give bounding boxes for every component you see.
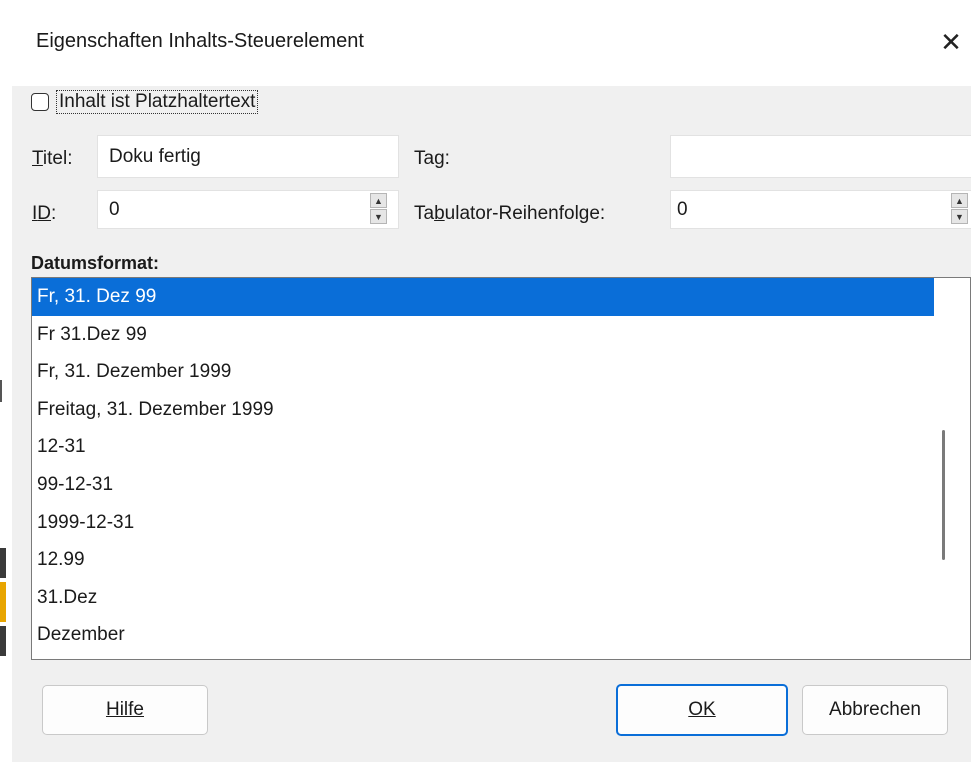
list-item[interactable]: Fr, 31. Dez 99 [32, 278, 934, 316]
list-item[interactable]: 99-12-31 [32, 466, 934, 504]
tab-order-spinbox[interactable]: 0 ▲ ▼ [670, 190, 971, 229]
title-label: Titel: [32, 148, 73, 169]
ok-button[interactable]: OK [616, 684, 788, 736]
background-mark [0, 582, 6, 622]
tag-label: Tag: [414, 148, 450, 169]
list-item[interactable]: 12-31 [32, 428, 934, 466]
id-label: ID: [32, 203, 57, 224]
id-spinner[interactable]: ▲ ▼ [370, 193, 389, 226]
close-icon: ✕ [940, 26, 962, 57]
id-value: 0 [109, 199, 120, 220]
spin-up-icon[interactable]: ▲ [370, 193, 387, 208]
placeholder-checkbox-row[interactable]: Inhalt ist Platzhaltertext [31, 90, 259, 114]
list-item[interactable]: Dezember [32, 616, 934, 654]
spin-down-icon[interactable]: ▼ [951, 209, 968, 224]
title-input-value: Doku fertig [109, 146, 201, 167]
list-item[interactable]: 12.99 [32, 541, 934, 579]
list-item[interactable]: Fr, 31. Dezember 1999 [32, 353, 934, 391]
list-scrollbar[interactable] [942, 430, 945, 560]
help-button-label: Hilfe [105, 699, 144, 720]
list-item[interactable]: 1999-12-31 [32, 504, 934, 542]
tag-input[interactable] [670, 135, 971, 178]
dialog-body: Inhalt ist Platzhaltertext Titel: Doku f… [12, 86, 971, 762]
list-item[interactable]: Freitag, 31. Dezember 1999 [32, 391, 934, 429]
background-mark [0, 548, 6, 578]
date-format-heading: Datumsformat: [31, 253, 160, 273]
id-spinbox[interactable]: 0 ▲ ▼ [97, 190, 399, 229]
cancel-button[interactable]: Abbrechen [802, 685, 948, 735]
list-item[interactable]: Fr 31.Dez 99 [32, 316, 934, 354]
background-window-edge [0, 0, 10, 762]
close-button[interactable]: ✕ [931, 22, 971, 62]
ok-button-label: OK [688, 699, 716, 720]
tab-order-spinner[interactable]: ▲ ▼ [951, 193, 970, 226]
background-mark [0, 626, 6, 656]
placeholder-checkbox[interactable] [31, 93, 49, 111]
list-item[interactable]: 31.Dez [32, 579, 934, 617]
tab-order-value: 0 [677, 199, 688, 220]
cancel-button-label: Abbrechen [829, 699, 921, 720]
background-mark [0, 380, 8, 402]
help-button[interactable]: Hilfe [42, 685, 208, 735]
tab-order-label: Tabulator-Reihenfolge: [414, 203, 606, 224]
title-input[interactable]: Doku fertig [97, 135, 399, 178]
spin-up-icon[interactable]: ▲ [951, 193, 968, 208]
window-title: Eigenschaften Inhalts-Steuerelement [36, 30, 364, 52]
placeholder-checkbox-label: Inhalt ist Platzhaltertext [55, 90, 259, 114]
spin-down-icon[interactable]: ▼ [370, 209, 387, 224]
date-format-list[interactable]: Fr, 31. Dez 99 Fr 31.Dez 99 Fr, 31. Deze… [31, 277, 971, 660]
title-bar: Eigenschaften Inhalts-Steuerelement ✕ [12, 0, 971, 86]
